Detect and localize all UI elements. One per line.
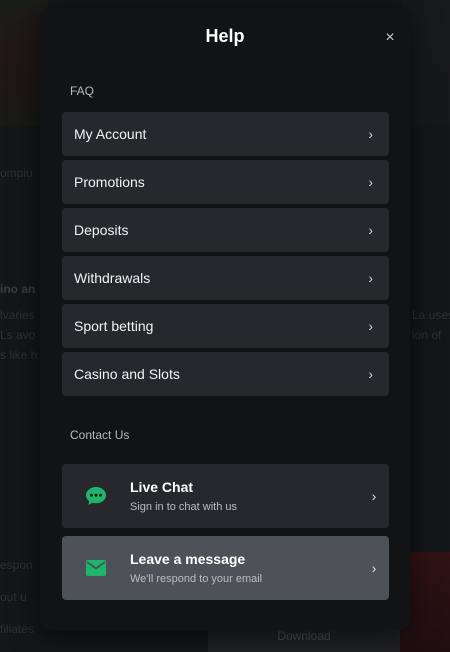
faq-item-label: My Account [74,126,147,142]
modal-title: Help [205,26,245,46]
chevron-right-icon: › [368,174,373,190]
chat-bubble-icon [62,486,130,506]
chevron-right-icon: › [368,366,373,382]
faq-section-label: FAQ [70,84,95,98]
faq-item-label: Withdrawals [74,270,151,286]
faq-item-label: Casino and Slots [74,366,180,382]
faq-item-promotions[interactable]: Promotions › [62,160,389,204]
faq-item-casino-and-slots[interactable]: Casino and Slots › [62,352,389,396]
chevron-right-icon: › [368,126,373,142]
leave-message-text: Leave a message We'll respond to your em… [130,551,359,585]
contact-section-label: Contact Us [70,428,130,442]
live-chat-text: Live Chat Sign in to chat with us [130,479,359,513]
faq-item-deposits[interactable]: Deposits › [62,208,389,252]
chevron-right-icon: › [371,560,377,576]
help-modal: Help × FAQ My Account › Promotions › Dep… [40,8,410,630]
live-chat-subtitle: Sign in to chat with us [130,501,238,513]
envelope-icon [62,559,130,577]
live-chat-button[interactable]: Live Chat Sign in to chat with us › [62,464,389,528]
chevron-right-icon: › [368,270,373,286]
leave-message-subtitle: We'll respond to your email [130,573,263,585]
close-icon[interactable]: × [382,30,398,46]
live-chat-title: Live Chat [130,479,194,495]
faq-item-label: Sport betting [74,318,154,334]
leave-message-title: Leave a message [130,551,246,567]
faq-item-my-account[interactable]: My Account › [62,112,389,156]
chevron-right-icon: › [368,222,373,238]
faq-item-label: Deposits [74,222,129,238]
chevron-right-icon: › [368,318,373,334]
faq-item-label: Promotions [74,174,145,190]
faq-item-withdrawals[interactable]: Withdrawals › [62,256,389,300]
faq-item-sport-betting[interactable]: Sport betting › [62,304,389,348]
chevron-right-icon: › [371,488,377,504]
leave-message-button[interactable]: Leave a message We'll respond to your em… [62,536,389,600]
faq-list: My Account › Promotions › Deposits › Wit… [62,112,389,400]
